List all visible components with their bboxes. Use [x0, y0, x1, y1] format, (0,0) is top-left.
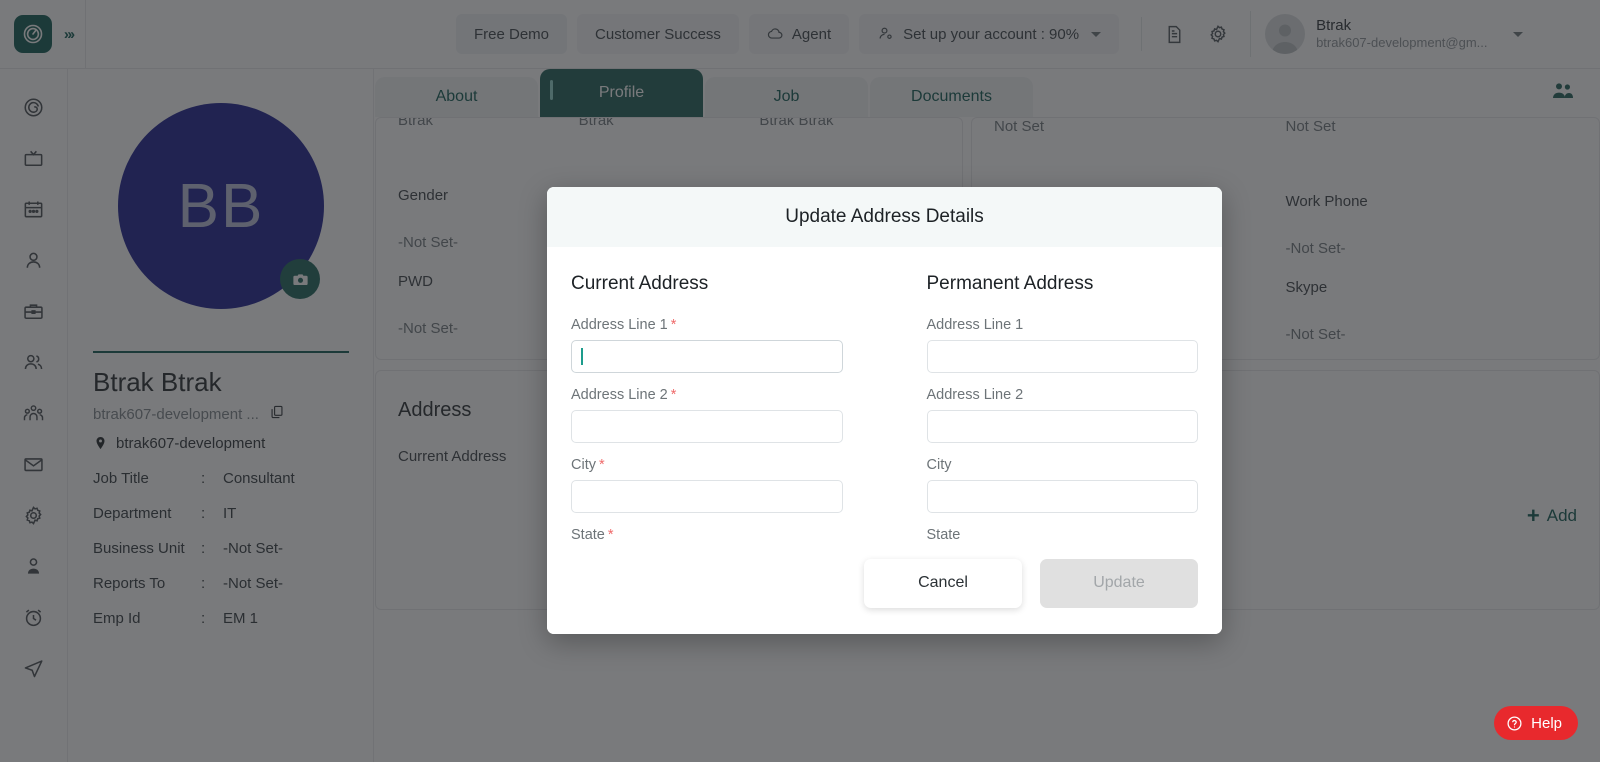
- required-asterisk: *: [598, 457, 605, 473]
- field-label: Address Line 2 *: [571, 387, 843, 403]
- field-permanent-address-line-1: Address Line 1: [926, 317, 1198, 373]
- dialog-footer: Cancel Update: [547, 548, 1222, 634]
- current-address-line-2-input[interactable]: [571, 410, 843, 443]
- field-label: City: [926, 457, 952, 473]
- update-address-dialog: Update Address Details Current Address A…: [547, 187, 1222, 634]
- required-asterisk: *: [670, 317, 677, 333]
- app-root: »› Free Demo Customer Success Agent: [0, 0, 1600, 762]
- field-label: Address Line 2: [926, 387, 1024, 403]
- permanent-address-heading: Permanent Address: [926, 273, 1094, 294]
- help-label: Help: [1531, 714, 1562, 732]
- current-address-heading: Current Address: [571, 273, 709, 294]
- field-label: Address Line 1: [926, 317, 1024, 333]
- label-text: City: [571, 457, 596, 473]
- cancel-button[interactable]: Cancel: [864, 558, 1022, 608]
- current-address-line-1-input[interactable]: [571, 340, 843, 373]
- current-city-input[interactable]: [571, 480, 843, 513]
- field-label: State: [926, 527, 961, 543]
- permanent-address-line-1-input[interactable]: [926, 340, 1198, 373]
- label-text: Address Line 1: [571, 317, 668, 333]
- dialog-header: Update Address Details: [547, 187, 1222, 247]
- required-asterisk: *: [670, 387, 677, 403]
- field-label: Address Line 1 *: [571, 317, 843, 333]
- label-text: Address Line 2: [571, 387, 668, 403]
- dialog-title: Update Address Details: [785, 206, 984, 227]
- field-current-address-line-1: Address Line 1 *: [571, 317, 843, 373]
- field-permanent-city: City: [926, 457, 1198, 513]
- update-button[interactable]: Update: [1040, 558, 1198, 608]
- text-caret: [581, 348, 583, 365]
- field-label: State *: [571, 527, 843, 543]
- label-text: State: [571, 527, 605, 543]
- field-current-city: City *: [571, 457, 843, 513]
- required-asterisk: *: [607, 527, 614, 543]
- permanent-address-line-2-input[interactable]: [926, 410, 1198, 443]
- field-label: City *: [571, 457, 843, 473]
- field-current-address-line-2: Address Line 2 *: [571, 387, 843, 443]
- help-button[interactable]: Help: [1494, 706, 1578, 740]
- field-permanent-address-line-2: Address Line 2: [926, 387, 1198, 443]
- question-circle-icon: [1507, 715, 1522, 731]
- dialog-body: Current Address Address Line 1 * Address …: [547, 247, 1222, 634]
- permanent-city-input[interactable]: [926, 480, 1198, 513]
